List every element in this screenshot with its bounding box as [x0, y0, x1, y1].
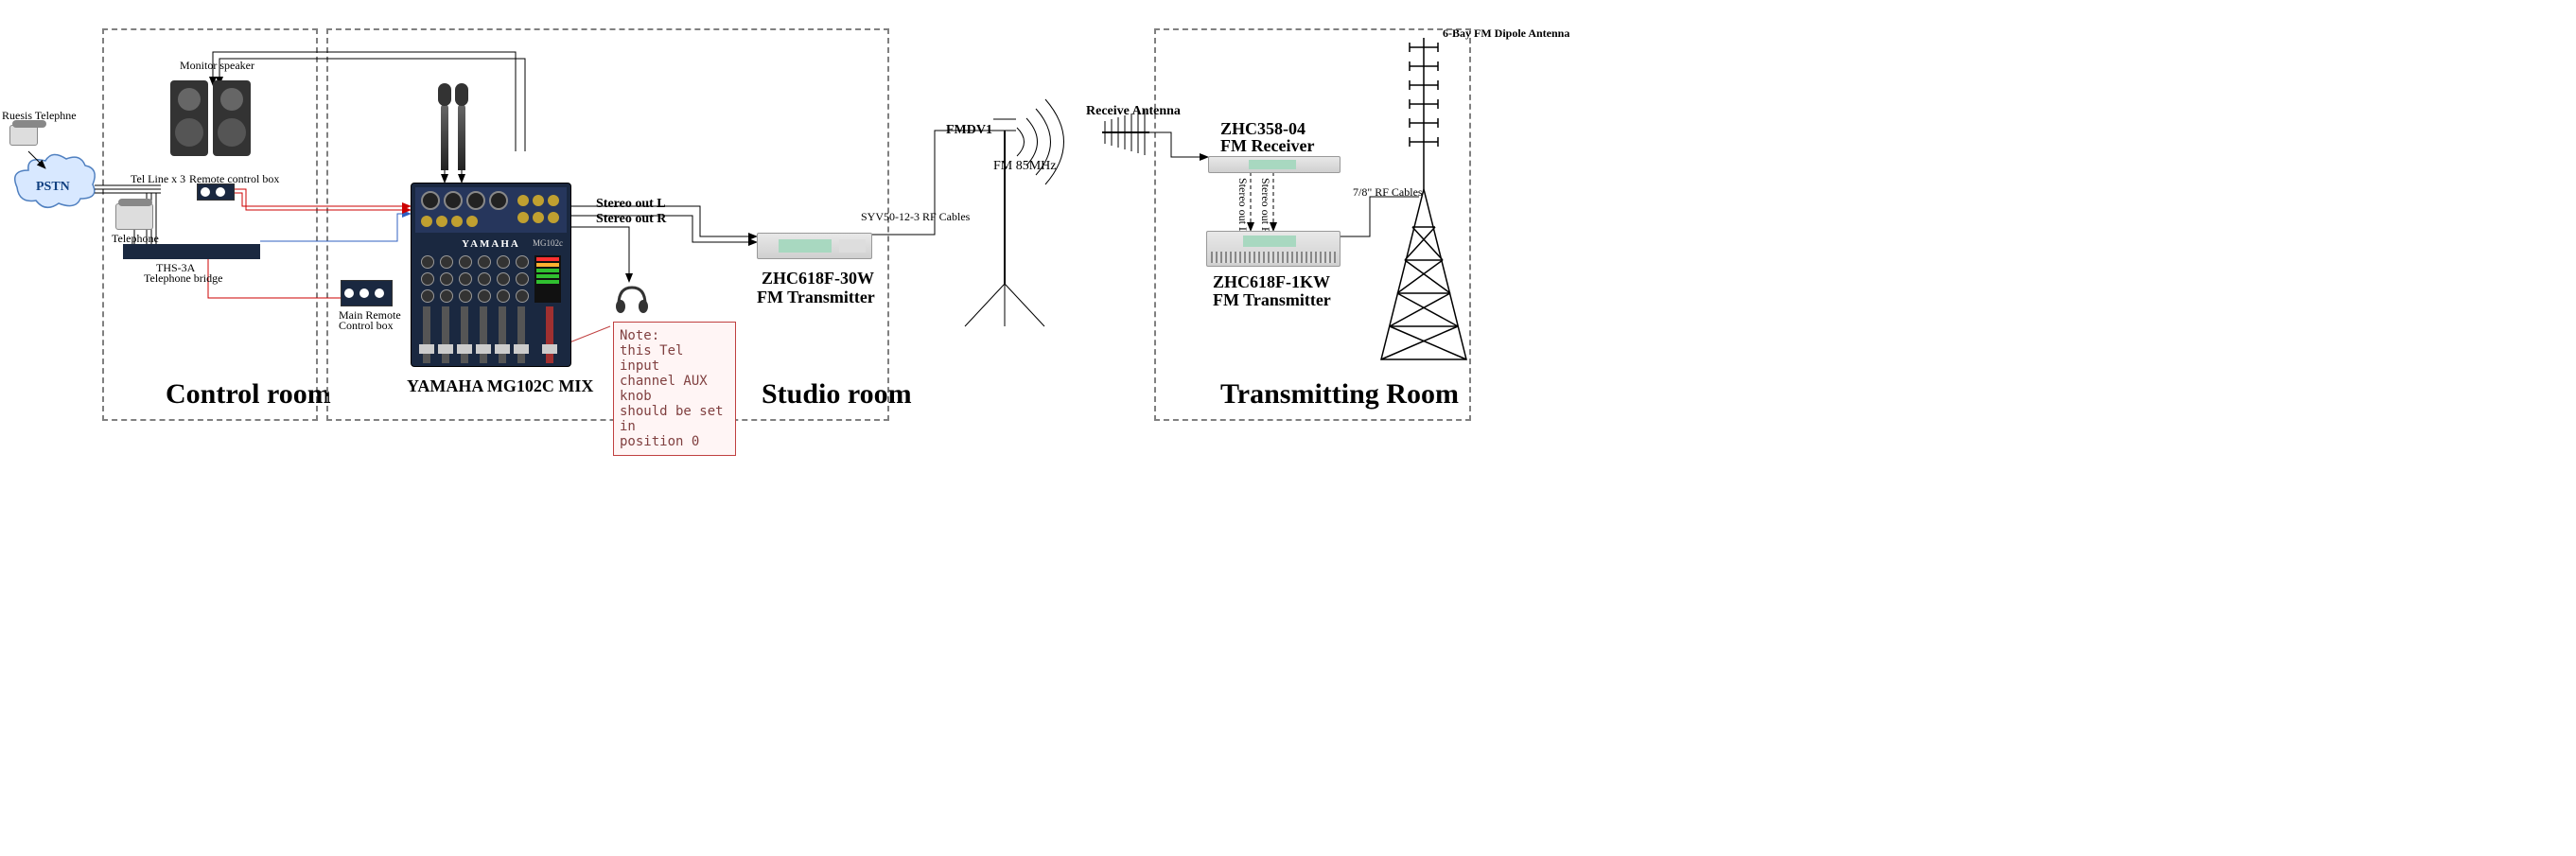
stereo-out-r-v: Stereo out R — [1258, 178, 1272, 235]
dipole-label: 6-Bay FM Dipole Antenna — [1443, 26, 1569, 41]
receiver-icon — [1208, 156, 1341, 173]
control-room-title: Control room — [166, 378, 331, 411]
stereo-out-l: Stereo out L — [596, 197, 666, 212]
transmitter-1kw-icon — [1206, 231, 1341, 267]
note-title: Note: — [620, 328, 729, 343]
note-l3: should be set in — [620, 404, 729, 434]
rf-cable-2-label: 7/8" RF Cables — [1353, 185, 1423, 200]
stereo-out-l-v: Stereo out L — [1235, 178, 1250, 234]
transmitter-30w-icon — [757, 233, 872, 259]
note-l4: position 0 — [620, 434, 729, 449]
mixer-label: YAMAHA MG102C MIX — [407, 376, 593, 396]
main-remote-label-2: Control box — [339, 319, 394, 333]
tx30-label-2: FM Transmitter — [757, 288, 875, 307]
transmitting-room-box — [1154, 28, 1471, 421]
rf-cable-1-label: SYV50-12-3 RF Cables — [861, 210, 970, 224]
ruesis-telephone-icon — [9, 125, 38, 146]
pstn-label: PSTN — [36, 180, 70, 195]
note-l1: this Tel input — [620, 343, 729, 374]
monitor-speaker-label: Monitor speaker — [180, 59, 254, 73]
fm85-label: FM 85MHz — [993, 159, 1057, 174]
studio-room-title: Studio room — [762, 378, 912, 411]
remote-box-icon — [197, 183, 235, 201]
microphone-1-icon — [441, 104, 448, 170]
tx1kw-label-2: FM Transmitter — [1213, 290, 1331, 310]
main-remote-icon — [341, 280, 393, 306]
microphone-2-icon — [458, 104, 465, 170]
ths3a-label-2: Telephone bridge — [144, 271, 222, 286]
receiver-label-2: FM Receiver — [1220, 136, 1314, 156]
telephone-icon — [115, 203, 153, 230]
telephone-bridge-icon — [123, 244, 260, 259]
receive-antenna-label: Receive Antenna — [1086, 104, 1181, 119]
mixer-model: MG102c — [533, 238, 563, 248]
stereo-out-r: Stereo out R — [596, 212, 666, 227]
note-l2: channel AUX knob — [620, 374, 729, 404]
tx30-label-1: ZHC618F-30W — [762, 269, 874, 288]
tx1kw-label-1: ZHC618F-1KW — [1213, 272, 1330, 292]
note-box: Note: this Tel input channel AUX knob sh… — [613, 322, 736, 456]
fmdv1-label: FMDV1 — [946, 123, 992, 138]
transmitting-room-title: Transmitting Room — [1220, 378, 1459, 411]
mixer-icon: YAMAHA MG102c — [411, 183, 571, 367]
tel-line-label: Tel Line x 3 — [131, 172, 185, 186]
